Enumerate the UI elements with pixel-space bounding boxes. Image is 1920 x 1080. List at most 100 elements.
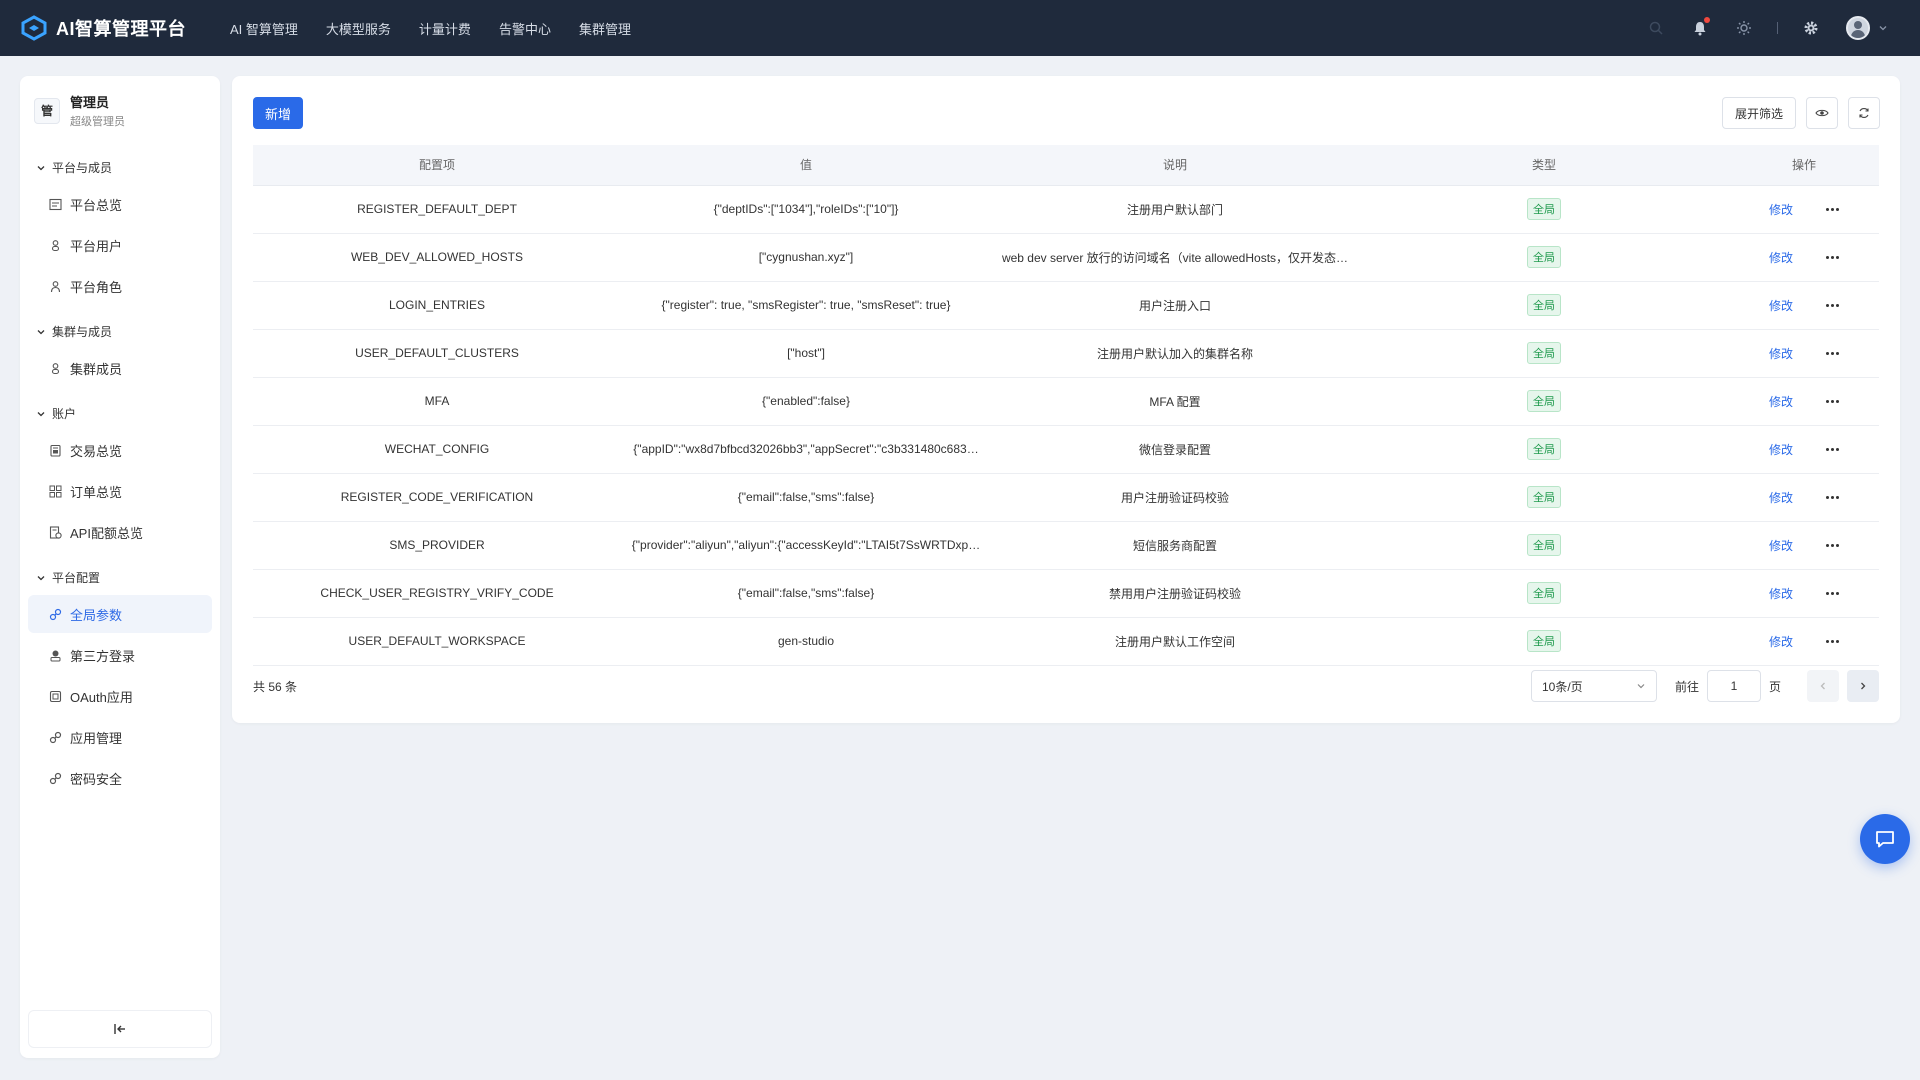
config-value: {"email":false,"sms":false} — [621, 569, 991, 618]
sidebar-item-orders[interactable]: 订单总览 — [28, 472, 212, 510]
expand-filter-button[interactable]: 展开筛选 — [1721, 97, 1796, 129]
more-icon[interactable] — [1825, 447, 1840, 451]
edit-link[interactable]: 修改 — [1769, 441, 1793, 458]
link-icon — [48, 607, 62, 621]
brand[interactable]: AI智算管理平台 — [20, 14, 186, 42]
chevron-down-icon — [1637, 684, 1645, 689]
edit-link[interactable]: 修改 — [1769, 633, 1793, 650]
collapse-sidebar-button[interactable] — [28, 1010, 212, 1048]
type-badge: 全局 — [1527, 630, 1561, 652]
sidebar-item-platform-overview[interactable]: 平台总览 — [28, 185, 212, 223]
more-icon[interactable] — [1825, 351, 1840, 355]
theme-sun-icon[interactable] — [1733, 17, 1755, 39]
chat-button[interactable] — [1860, 814, 1910, 864]
type-badge: 全局 — [1527, 486, 1561, 508]
config-key: WECHAT_CONFIG — [253, 425, 621, 474]
sidebar-item-transactions[interactable]: 交易总览 — [28, 431, 212, 469]
page-size-value: 10条/页 — [1541, 679, 1583, 694]
column-header[interactable]: 值 — [621, 145, 991, 186]
chevron-down-icon — [1879, 26, 1887, 31]
table-row[interactable]: USER_DEFAULT_CLUSTERS ["host"] 注册用户默认加入的… — [253, 329, 1879, 378]
nav-group-title[interactable]: 集群与成员 — [20, 315, 220, 346]
topnav-item-llm[interactable]: 大模型服务 — [326, 19, 391, 38]
config-value: {"register": true, "smsRegister": true, … — [621, 281, 991, 330]
nav-group-title[interactable]: 平台与成员 — [20, 151, 220, 182]
sidebar-item-label: 集群成员 — [70, 361, 123, 377]
edit-link[interactable]: 修改 — [1769, 297, 1793, 314]
config-key: LOGIN_ENTRIES — [253, 281, 621, 330]
config-value: {"enabled":false} — [621, 377, 991, 426]
topnav-item-ai[interactable]: AI 智算管理 — [230, 19, 298, 38]
type-badge: 全局 — [1527, 246, 1561, 268]
more-icon[interactable] — [1825, 591, 1840, 595]
more-icon[interactable] — [1825, 543, 1840, 547]
table-row[interactable]: REGISTER_DEFAULT_DEPT {"deptIDs":["1034"… — [253, 185, 1879, 234]
table-row[interactable]: WECHAT_CONFIG {"appID":"wx8d7bfbcd32026b… — [253, 425, 1879, 474]
page-number-input[interactable] — [1706, 670, 1761, 702]
sidebar-item-third-party-login[interactable]: 第三方登录 — [28, 636, 212, 674]
chevron-down-icon — [37, 165, 45, 170]
edit-link[interactable]: 修改 — [1769, 537, 1793, 554]
chevron-right-icon — [1861, 682, 1866, 690]
table-row[interactable]: MFA {"enabled":false} MFA 配置 全局 修改 — [253, 377, 1879, 426]
config-value: ["cygnushan.xyz"] — [621, 233, 991, 282]
more-icon[interactable] — [1825, 495, 1840, 499]
more-icon[interactable] — [1825, 399, 1840, 403]
column-header[interactable]: 配置项 — [253, 145, 621, 186]
nav-group-platform: 平台与成员 平台总览 平台用户 平台角色 — [20, 151, 220, 305]
more-icon[interactable] — [1825, 207, 1840, 211]
chevron-down-icon — [37, 329, 45, 334]
nav-group-account: 账户 交易总览 订单总览 API配额总览 — [20, 397, 220, 551]
more-icon[interactable] — [1825, 255, 1840, 259]
next-page-button[interactable] — [1847, 670, 1879, 702]
type-badge: 全局 — [1527, 390, 1561, 412]
edit-link[interactable]: 修改 — [1769, 489, 1793, 506]
search-icon[interactable] — [1645, 17, 1667, 39]
page-size-select[interactable]: 10条/页 — [1530, 670, 1657, 702]
config-key: WEB_DEV_ALLOWED_HOSTS — [253, 233, 621, 282]
gear-icon[interactable] — [1800, 17, 1822, 39]
config-desc: web dev server 放行的访问域名（vite allowedHosts… — [991, 233, 1359, 282]
edit-link[interactable]: 修改 — [1769, 393, 1793, 410]
sidebar-item-label: 交易总览 — [70, 443, 123, 459]
more-icon[interactable] — [1825, 303, 1840, 307]
add-button[interactable]: 新增 — [253, 97, 304, 129]
sidebar-item-global-params[interactable]: 全局参数 — [28, 595, 212, 633]
nav-group-title[interactable]: 平台配置 — [20, 561, 220, 592]
sidebar-item-api-quota[interactable]: API配额总览 — [28, 513, 212, 551]
edit-link[interactable]: 修改 — [1769, 201, 1793, 218]
sidebar-item-platform-roles[interactable]: 平台角色 — [28, 267, 212, 305]
table-row[interactable]: REGISTER_CODE_VERIFICATION {"email":fals… — [253, 473, 1879, 522]
config-desc: 微信登录配置 — [991, 425, 1359, 474]
topnav-item-billing[interactable]: 计量计费 — [419, 19, 471, 38]
prev-page-button[interactable] — [1807, 670, 1839, 702]
column-header[interactable]: 说明 — [991, 145, 1359, 186]
sidebar-item-app-management[interactable]: 应用管理 — [28, 718, 212, 756]
sidebar-item-cluster-members[interactable]: 集群成员 — [28, 349, 212, 387]
sidebar-item-oauth-apps[interactable]: OAuth应用 — [28, 677, 212, 715]
column-header[interactable]: 类型 — [1359, 145, 1729, 186]
goto-label: 前往 — [1674, 679, 1699, 694]
sidebar: 管 管理员 超级管理员 平台与成员 平台总览 平台用户 平台角色 集群与成员 集… — [20, 76, 220, 1058]
sidebar-item-password-security[interactable]: 密码安全 — [28, 759, 212, 797]
nav-group-title[interactable]: 账户 — [20, 397, 220, 428]
table-row[interactable]: CHECK_USER_REGISTRY_VRIFY_CODE {"email":… — [253, 569, 1879, 618]
sidebar-item-label: 密码安全 — [70, 771, 123, 787]
table-row[interactable]: USER_DEFAULT_WORKSPACE gen-studio 注册用户默认… — [253, 617, 1879, 666]
eye-icon[interactable] — [1806, 97, 1838, 129]
sidebar-item-platform-users[interactable]: 平台用户 — [28, 226, 212, 264]
edit-link[interactable]: 修改 — [1769, 585, 1793, 602]
bell-icon[interactable] — [1689, 17, 1711, 39]
table-row[interactable]: SMS_PROVIDER {"provider":"aliyun","aliyu… — [253, 521, 1879, 570]
edit-link[interactable]: 修改 — [1769, 249, 1793, 266]
edit-link[interactable]: 修改 — [1769, 345, 1793, 362]
table-row[interactable]: WEB_DEV_ALLOWED_HOSTS ["cygnushan.xyz"] … — [253, 233, 1879, 282]
table-row[interactable]: LOGIN_ENTRIES {"register": true, "smsReg… — [253, 281, 1879, 330]
user-menu[interactable] — [1846, 16, 1888, 40]
refresh-icon[interactable] — [1848, 97, 1880, 129]
more-icon[interactable] — [1825, 639, 1840, 643]
config-value: {"appID":"wx8d7bfbcd32026bb3","appSecret… — [621, 425, 991, 474]
topnav-item-alerts[interactable]: 告警中心 — [499, 19, 551, 38]
topnav-item-cluster[interactable]: 集群管理 — [579, 19, 631, 38]
config-desc: 注册用户默认加入的集群名称 — [991, 329, 1359, 378]
